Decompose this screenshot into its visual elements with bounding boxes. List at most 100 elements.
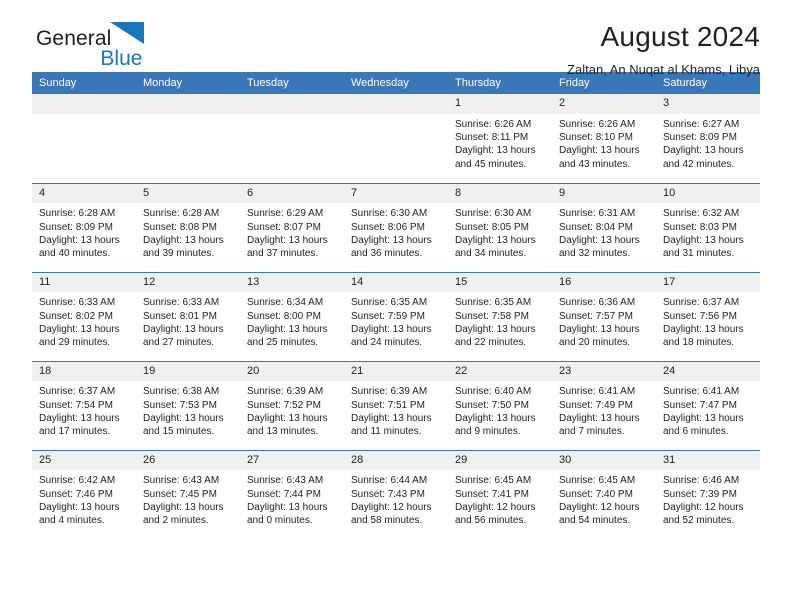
day-info-line: Daylight: 13 hours: [143, 412, 224, 424]
day-sun-info: Sunrise: 6:45 AM Sunset: 7:41 PM Daylight:…: [448, 470, 552, 528]
day-sun-info: Sunrise: 6:46 AM Sunset: 7:39 PM Daylight:…: [656, 470, 760, 528]
day-number: 13: [240, 272, 344, 293]
calendar-day-cell[interactable]: 29 Sunrise: 6:45 AM Sunset: 7:41 PM Dayligh…: [448, 449, 552, 539]
day-number: 23: [552, 361, 656, 382]
calendar-day-cell[interactable]: 3 Sunrise: 6:27 AM Sunset: 8:09 PM Daylight…: [656, 94, 760, 183]
day-info-line: Sunrise: 6:30 AM: [455, 208, 532, 220]
day-info-line: Sunset: 8:05 PM: [455, 221, 529, 233]
day-info-line: Sunset: 8:01 PM: [143, 310, 217, 322]
day-number: 6: [240, 183, 344, 204]
day-info-line: Daylight: 13 hours: [143, 234, 224, 246]
day-info-line: Sunrise: 6:45 AM: [455, 475, 532, 487]
day-info-line: Daylight: 13 hours: [455, 412, 536, 424]
page-title: August 2024: [600, 21, 760, 52]
day-info-line: and 29 minutes.: [39, 337, 111, 349]
day-info-line: and 37 minutes.: [247, 248, 319, 260]
logo-triangle-icon: [110, 22, 145, 48]
calendar-page: General Blue August 2024 Zaltan, An Nuqa…: [0, 0, 792, 612]
calendar-day-cell[interactable]: 26 Sunrise: 6:43 AM Sunset: 7:45 PM Dayligh…: [136, 449, 240, 539]
day-info-line: Sunrise: 6:39 AM: [247, 386, 324, 398]
day-info-line: and 42 minutes.: [663, 158, 735, 170]
calendar-day-cell[interactable]: 24 Sunrise: 6:41 AM Sunset: 7:47 PM Dayligh…: [656, 360, 760, 450]
day-number: 19: [136, 361, 240, 382]
calendar-day-cell[interactable]: 17 Sunrise: 6:37 AM Sunset: 7:56 PM Dayligh…: [656, 271, 760, 361]
day-info-line: and 9 minutes.: [455, 426, 521, 438]
day-info-line: Sunset: 7:49 PM: [559, 399, 633, 411]
calendar-day-cell[interactable]: 20 Sunrise: 6:39 AM Sunset: 7:52 PM Dayligh…: [240, 360, 344, 450]
day-info-line: and 11 minutes.: [351, 426, 422, 438]
day-info-line: and 2 minutes.: [143, 515, 209, 527]
calendar-day-cell[interactable]: 4 Sunrise: 6:28 AM Sunset: 8:09 PM Daylight…: [32, 182, 136, 272]
day-info-line: Daylight: 13 hours: [39, 501, 120, 513]
day-info-line: Daylight: 13 hours: [663, 145, 744, 157]
day-info-line: Sunset: 7:58 PM: [455, 310, 529, 322]
day-info-line: Sunset: 8:11 PM: [455, 132, 529, 144]
day-info-line: Daylight: 13 hours: [663, 323, 744, 335]
calendar-day-cell[interactable]: 7 Sunrise: 6:30 AM Sunset: 8:06 PM Daylight…: [344, 182, 448, 272]
calendar-day-cell[interactable]: 21 Sunrise: 6:39 AM Sunset: 7:51 PM Dayligh…: [344, 360, 448, 450]
day-info-line: Sunrise: 6:31 AM: [559, 208, 636, 220]
calendar-day-cell[interactable]: 14 Sunrise: 6:35 AM Sunset: 7:59 PM Dayligh…: [344, 271, 448, 361]
calendar-day-cell[interactable]: 28 Sunrise: 6:44 AM Sunset: 7:43 PM Dayligh…: [344, 449, 448, 539]
day-number: 12: [136, 272, 240, 293]
day-info-line: Daylight: 13 hours: [39, 323, 120, 335]
calendar-day-cell[interactable]: 12 Sunrise: 6:33 AM Sunset: 8:01 PM Dayligh…: [136, 271, 240, 361]
day-sun-info: Sunrise: 6:43 AM Sunset: 7:44 PM Daylight:…: [240, 470, 344, 528]
day-number: 21: [344, 361, 448, 382]
logo-top-row: General: [36, 22, 145, 49]
day-info-line: Sunset: 7:51 PM: [351, 399, 425, 411]
day-info-line: Sunrise: 6:38 AM: [143, 386, 220, 398]
calendar-day-cell[interactable]: 9 Sunrise: 6:31 AM Sunset: 8:04 PM Daylight…: [552, 182, 656, 272]
day-info-line: Daylight: 13 hours: [559, 323, 640, 335]
day-info-line: Sunrise: 6:39 AM: [351, 386, 428, 398]
calendar-day-cell[interactable]: 18 Sunrise: 6:37 AM Sunset: 7:54 PM Dayligh…: [32, 360, 136, 450]
weekday-header-tuesday: Tuesday: [240, 72, 344, 94]
day-info-line: and 18 minutes.: [663, 337, 735, 349]
calendar-day-cell[interactable]: 31 Sunrise: 6:46 AM Sunset: 7:39 PM Dayligh…: [656, 449, 760, 539]
day-info-line: and 25 minutes.: [247, 337, 319, 349]
calendar-day-cell[interactable]: 11 Sunrise: 6:33 AM Sunset: 8:02 PM Dayligh…: [32, 271, 136, 361]
day-info-line: and 54 minutes.: [559, 515, 631, 527]
day-info-line: and 22 minutes.: [455, 337, 527, 349]
calendar-day-cell[interactable]: 2 Sunrise: 6:26 AM Sunset: 8:10 PM Daylight…: [552, 94, 656, 183]
day-sun-info: Sunrise: 6:41 AM Sunset: 7:47 PM Daylight:…: [656, 381, 760, 439]
calendar-week-row: 18 Sunrise: 6:37 AM Sunset: 7:54 PM Dayligh…: [32, 360, 760, 450]
calendar-day-cell[interactable]: 1 Sunrise: 6:26 AM Sunset: 8:11 PM Daylight…: [448, 94, 552, 183]
calendar-day-cell[interactable]: 19 Sunrise: 6:38 AM Sunset: 7:53 PM Dayligh…: [136, 360, 240, 450]
day-info-line: and 36 minutes.: [351, 248, 423, 260]
day-info-line: and 15 minutes.: [143, 426, 215, 438]
calendar-day-cell[interactable]: 16 Sunrise: 6:36 AM Sunset: 7:57 PM Dayligh…: [552, 271, 656, 361]
day-number: 5: [136, 183, 240, 204]
day-number: 9: [552, 183, 656, 204]
calendar-day-cell[interactable]: 25 Sunrise: 6:42 AM Sunset: 7:46 PM Dayligh…: [32, 449, 136, 539]
calendar-day-cell[interactable]: 6 Sunrise: 6:29 AM Sunset: 8:07 PM Daylight…: [240, 182, 344, 272]
calendar-day-cell[interactable]: 30 Sunrise: 6:45 AM Sunset: 7:40 PM Dayligh…: [552, 449, 656, 539]
day-sun-info: Sunrise: 6:41 AM Sunset: 7:49 PM Daylight:…: [552, 381, 656, 439]
day-number: 31: [656, 450, 760, 471]
day-sun-info: Sunrise: 6:33 AM Sunset: 8:02 PM Daylight:…: [32, 292, 136, 350]
calendar-day-cell[interactable]: 23 Sunrise: 6:41 AM Sunset: 7:49 PM Dayligh…: [552, 360, 656, 450]
day-number: 20: [240, 361, 344, 382]
calendar-day-cell[interactable]: 8 Sunrise: 6:30 AM Sunset: 8:05 PM Daylight…: [448, 182, 552, 272]
day-sun-info: Sunrise: 6:31 AM Sunset: 8:04 PM Daylight:…: [552, 203, 656, 261]
calendar-day-cell[interactable]: 13 Sunrise: 6:34 AM Sunset: 8:00 PM Dayligh…: [240, 271, 344, 361]
day-info-line: Daylight: 13 hours: [351, 323, 432, 335]
day-sun-info: Sunrise: 6:42 AM Sunset: 7:46 PM Daylight:…: [32, 470, 136, 528]
day-info-line: Sunrise: 6:28 AM: [39, 208, 116, 220]
calendar-day-cell[interactable]: 22 Sunrise: 6:40 AM Sunset: 7:50 PM Dayligh…: [448, 360, 552, 450]
general-blue-logo[interactable]: General Blue: [32, 22, 145, 70]
calendar-day-cell-empty: [136, 94, 240, 183]
calendar-day-cell[interactable]: 10 Sunrise: 6:32 AM Sunset: 8:03 PM Dayligh…: [656, 182, 760, 272]
calendar-day-cell[interactable]: 27 Sunrise: 6:43 AM Sunset: 7:44 PM Dayligh…: [240, 449, 344, 539]
day-info-line: and 34 minutes.: [455, 248, 527, 260]
calendar-day-cell[interactable]: 15 Sunrise: 6:35 AM Sunset: 7:58 PM Dayligh…: [448, 271, 552, 361]
calendar-day-cell[interactable]: 5 Sunrise: 6:28 AM Sunset: 8:08 PM Daylight…: [136, 182, 240, 272]
day-info-line: Sunrise: 6:40 AM: [455, 386, 532, 398]
day-info-line: Sunset: 8:00 PM: [247, 310, 321, 322]
day-info-line: Daylight: 13 hours: [247, 323, 328, 335]
day-info-line: Sunset: 7:45 PM: [143, 488, 217, 500]
day-info-line: Sunrise: 6:30 AM: [351, 208, 428, 220]
day-number: [344, 94, 448, 114]
day-info-line: Sunset: 7:39 PM: [663, 488, 737, 500]
day-info-line: Sunset: 7:54 PM: [39, 399, 113, 411]
